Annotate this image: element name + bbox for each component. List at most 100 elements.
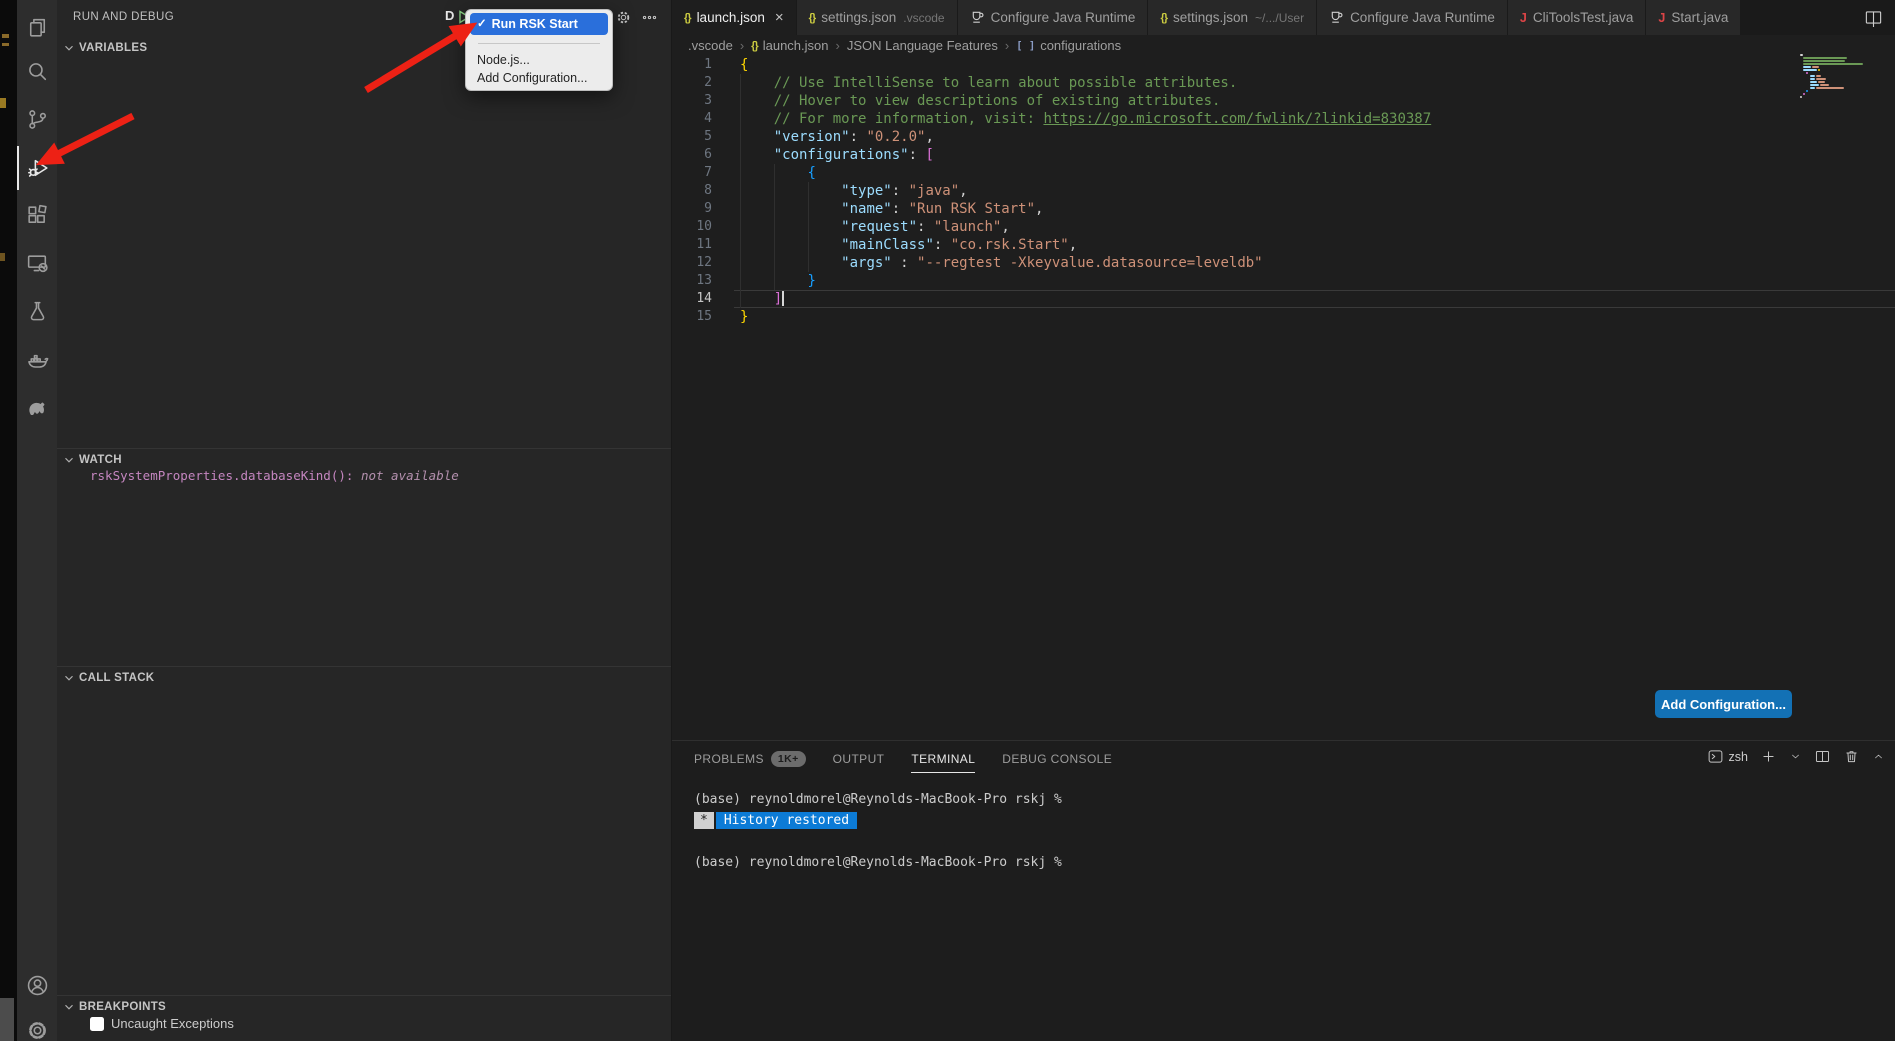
tab-label: Start.java <box>1671 10 1728 25</box>
line-number: 2 <box>672 74 712 92</box>
activity-testing[interactable] <box>17 289 57 333</box>
line-content: "mainClass": "co.rsk.Start", <box>712 236 1077 254</box>
breadcrumb-item-vscode[interactable]: .vscode <box>688 38 733 53</box>
activity-search[interactable] <box>17 49 57 93</box>
docker-icon <box>25 347 50 372</box>
activity-remote-explorer[interactable] <box>17 241 57 285</box>
activity-explorer[interactable] <box>17 5 57 49</box>
terminal-icon <box>1707 748 1724 765</box>
activity-source-control[interactable] <box>17 97 57 141</box>
json-icon: {} <box>684 12 691 24</box>
line-number: 15 <box>672 308 712 326</box>
line-number: 9 <box>672 200 712 218</box>
more-actions-icon[interactable] <box>641 9 658 26</box>
code-editor[interactable]: 1{2 // Use IntelliSense to learn about p… <box>672 56 1895 336</box>
code-line-2: 2 // Use IntelliSense to learn about pos… <box>672 74 1895 92</box>
debug-toolbar-fragment: D <box>445 8 454 23</box>
tab-settings-json-user[interactable]: {}settings.json~/.../User <box>1148 0 1317 35</box>
kill-terminal-button[interactable] <box>1843 748 1860 765</box>
remote-explorer-icon <box>25 251 50 276</box>
close-icon[interactable]: × <box>775 9 784 26</box>
terminal-output[interactable]: (base) reynoldmorel@Reynolds-MacBook-Pro… <box>694 789 1062 873</box>
code-lines: 1{2 // Use IntelliSense to learn about p… <box>672 56 1895 326</box>
activity-docker[interactable] <box>17 337 57 381</box>
tab-clitoolstest-java[interactable]: JCliToolsTest.java <box>1508 0 1647 35</box>
activity-gradle[interactable] <box>17 385 57 429</box>
code-line-13: 13 } <box>672 272 1895 290</box>
java-icon: J <box>1658 11 1665 25</box>
activity-settings[interactable] <box>17 1008 57 1041</box>
watch-expression-row[interactable]: rskSystemProperties.databaseKind(): not … <box>90 468 459 483</box>
panel-tab-output[interactable]: OUTPUT <box>833 752 885 772</box>
launch-profile-item[interactable]: zsh <box>1707 748 1748 765</box>
terminal-history-restored-line: *History restored <box>694 810 1062 831</box>
breadcrumb-item-launch-json[interactable]: {}launch.json <box>751 38 828 53</box>
panel-tab-problems[interactable]: PROBLEMS1K+ <box>694 751 806 773</box>
panel-actions: zsh <box>1707 748 1885 765</box>
minimap[interactable] <box>1800 54 1864 99</box>
debug-settings-gear-icon[interactable] <box>615 9 632 26</box>
menu-item-nodejs[interactable]: Node.js... <box>470 51 608 69</box>
panel-tab-terminal[interactable]: TERMINAL <box>911 752 975 773</box>
code-line-7: 7 { <box>672 164 1895 182</box>
uncaught-exceptions-checkbox[interactable] <box>90 1017 104 1031</box>
tab-start-java[interactable]: J Start.java <box>1646 0 1741 35</box>
line-number: 1 <box>672 56 712 74</box>
line-content: { <box>712 164 816 182</box>
code-line-12: 12 "args" : "--regtest -Xkeyvalue.dataso… <box>672 254 1895 272</box>
breadcrumb-separator: › <box>836 38 840 53</box>
section-breakpoints[interactable]: BREAKPOINTS <box>57 997 671 1016</box>
panel-tab-label: DEBUG CONSOLE <box>1002 752 1112 766</box>
line-number: 8 <box>672 182 712 200</box>
code-line-1: 1{ <box>672 56 1895 74</box>
terminal-prompt-line: (base) reynoldmorel@Reynolds-MacBook-Pro… <box>694 852 1062 873</box>
tab-configure-java-runtime[interactable]: Configure Java Runtime <box>958 0 1149 35</box>
breadcrumb-item-configurations[interactable]: [ ]configurations <box>1016 38 1121 53</box>
code-line-8: 8 "type": "java", <box>672 182 1895 200</box>
java-runtime-cup-icon <box>1329 10 1344 25</box>
section-call-stack[interactable]: CALL STACK <box>57 668 671 687</box>
split-terminal-button[interactable] <box>1814 748 1831 765</box>
check-icon: ✓ <box>477 13 487 35</box>
indent-guide <box>740 74 741 308</box>
panel-tab-debug-console[interactable]: DEBUG CONSOLE <box>1002 752 1112 772</box>
line-number: 4 <box>672 110 712 128</box>
activity-extensions[interactable] <box>17 193 57 237</box>
line-number: 12 <box>672 254 712 272</box>
new-terminal-button[interactable] <box>1760 748 1777 765</box>
line-content: "version": "0.2.0", <box>712 128 934 146</box>
maximize-panel-button[interactable] <box>1872 750 1885 763</box>
background-mark <box>2 43 9 46</box>
line-content: "type": "java", <box>712 182 968 200</box>
json-icon: {} <box>809 12 816 24</box>
terminal-dropdown-button[interactable] <box>1789 750 1802 763</box>
terminal-blank-line <box>694 831 1062 852</box>
vscode-window: RUN AND DEBUG D VARIABLES WATCH rskSyste… <box>0 0 1895 1041</box>
line-number: 5 <box>672 128 712 146</box>
menu-item-run-rsk-start[interactable]: ✓ Run RSK Start <box>470 13 608 35</box>
code-line-5: 5 "version": "0.2.0", <box>672 128 1895 146</box>
section-watch[interactable]: WATCH <box>57 450 671 469</box>
tab-launch-json[interactable]: {} launch.json × <box>672 0 797 35</box>
tab-configure-java-runtime[interactable]: Configure Java Runtime <box>1317 0 1508 35</box>
split-editor-icon[interactable] <box>1864 8 1883 27</box>
tab-label: launch.json <box>697 10 765 25</box>
code-line-4: 4 // For more information, visit: https:… <box>672 110 1895 128</box>
tab-label: CliToolsTest.java <box>1533 10 1634 25</box>
line-content: "request": "launch", <box>712 218 1010 236</box>
add-configuration-button[interactable]: Add Configuration... <box>1655 690 1792 718</box>
java-runtime-cup-icon <box>970 10 985 25</box>
tab-description: ~/.../User <box>1255 11 1304 25</box>
search-icon <box>25 59 50 84</box>
menu-item-add-configuration[interactable]: Add Configuration... <box>470 69 608 87</box>
source-control-icon <box>25 107 50 132</box>
menu-item-label: Node.js... <box>477 51 530 69</box>
breadcrumb-item-json-language-features[interactable]: JSON Language Features <box>847 38 998 53</box>
tab-settings-json-vscode[interactable]: {}settings.json.vscode <box>797 0 958 35</box>
activity-run-and-debug[interactable] <box>17 146 57 190</box>
code-line-3: 3 // Hover to view descriptions of exist… <box>672 92 1895 110</box>
editor-tab-bar: {}launch.json×{}settings.json.vscodeConf… <box>672 0 1895 35</box>
editor-area: {}launch.json×{}settings.json.vscodeConf… <box>672 0 1895 740</box>
breadcrumb-separator: › <box>1005 38 1009 53</box>
activity-accounts[interactable] <box>17 963 57 1007</box>
